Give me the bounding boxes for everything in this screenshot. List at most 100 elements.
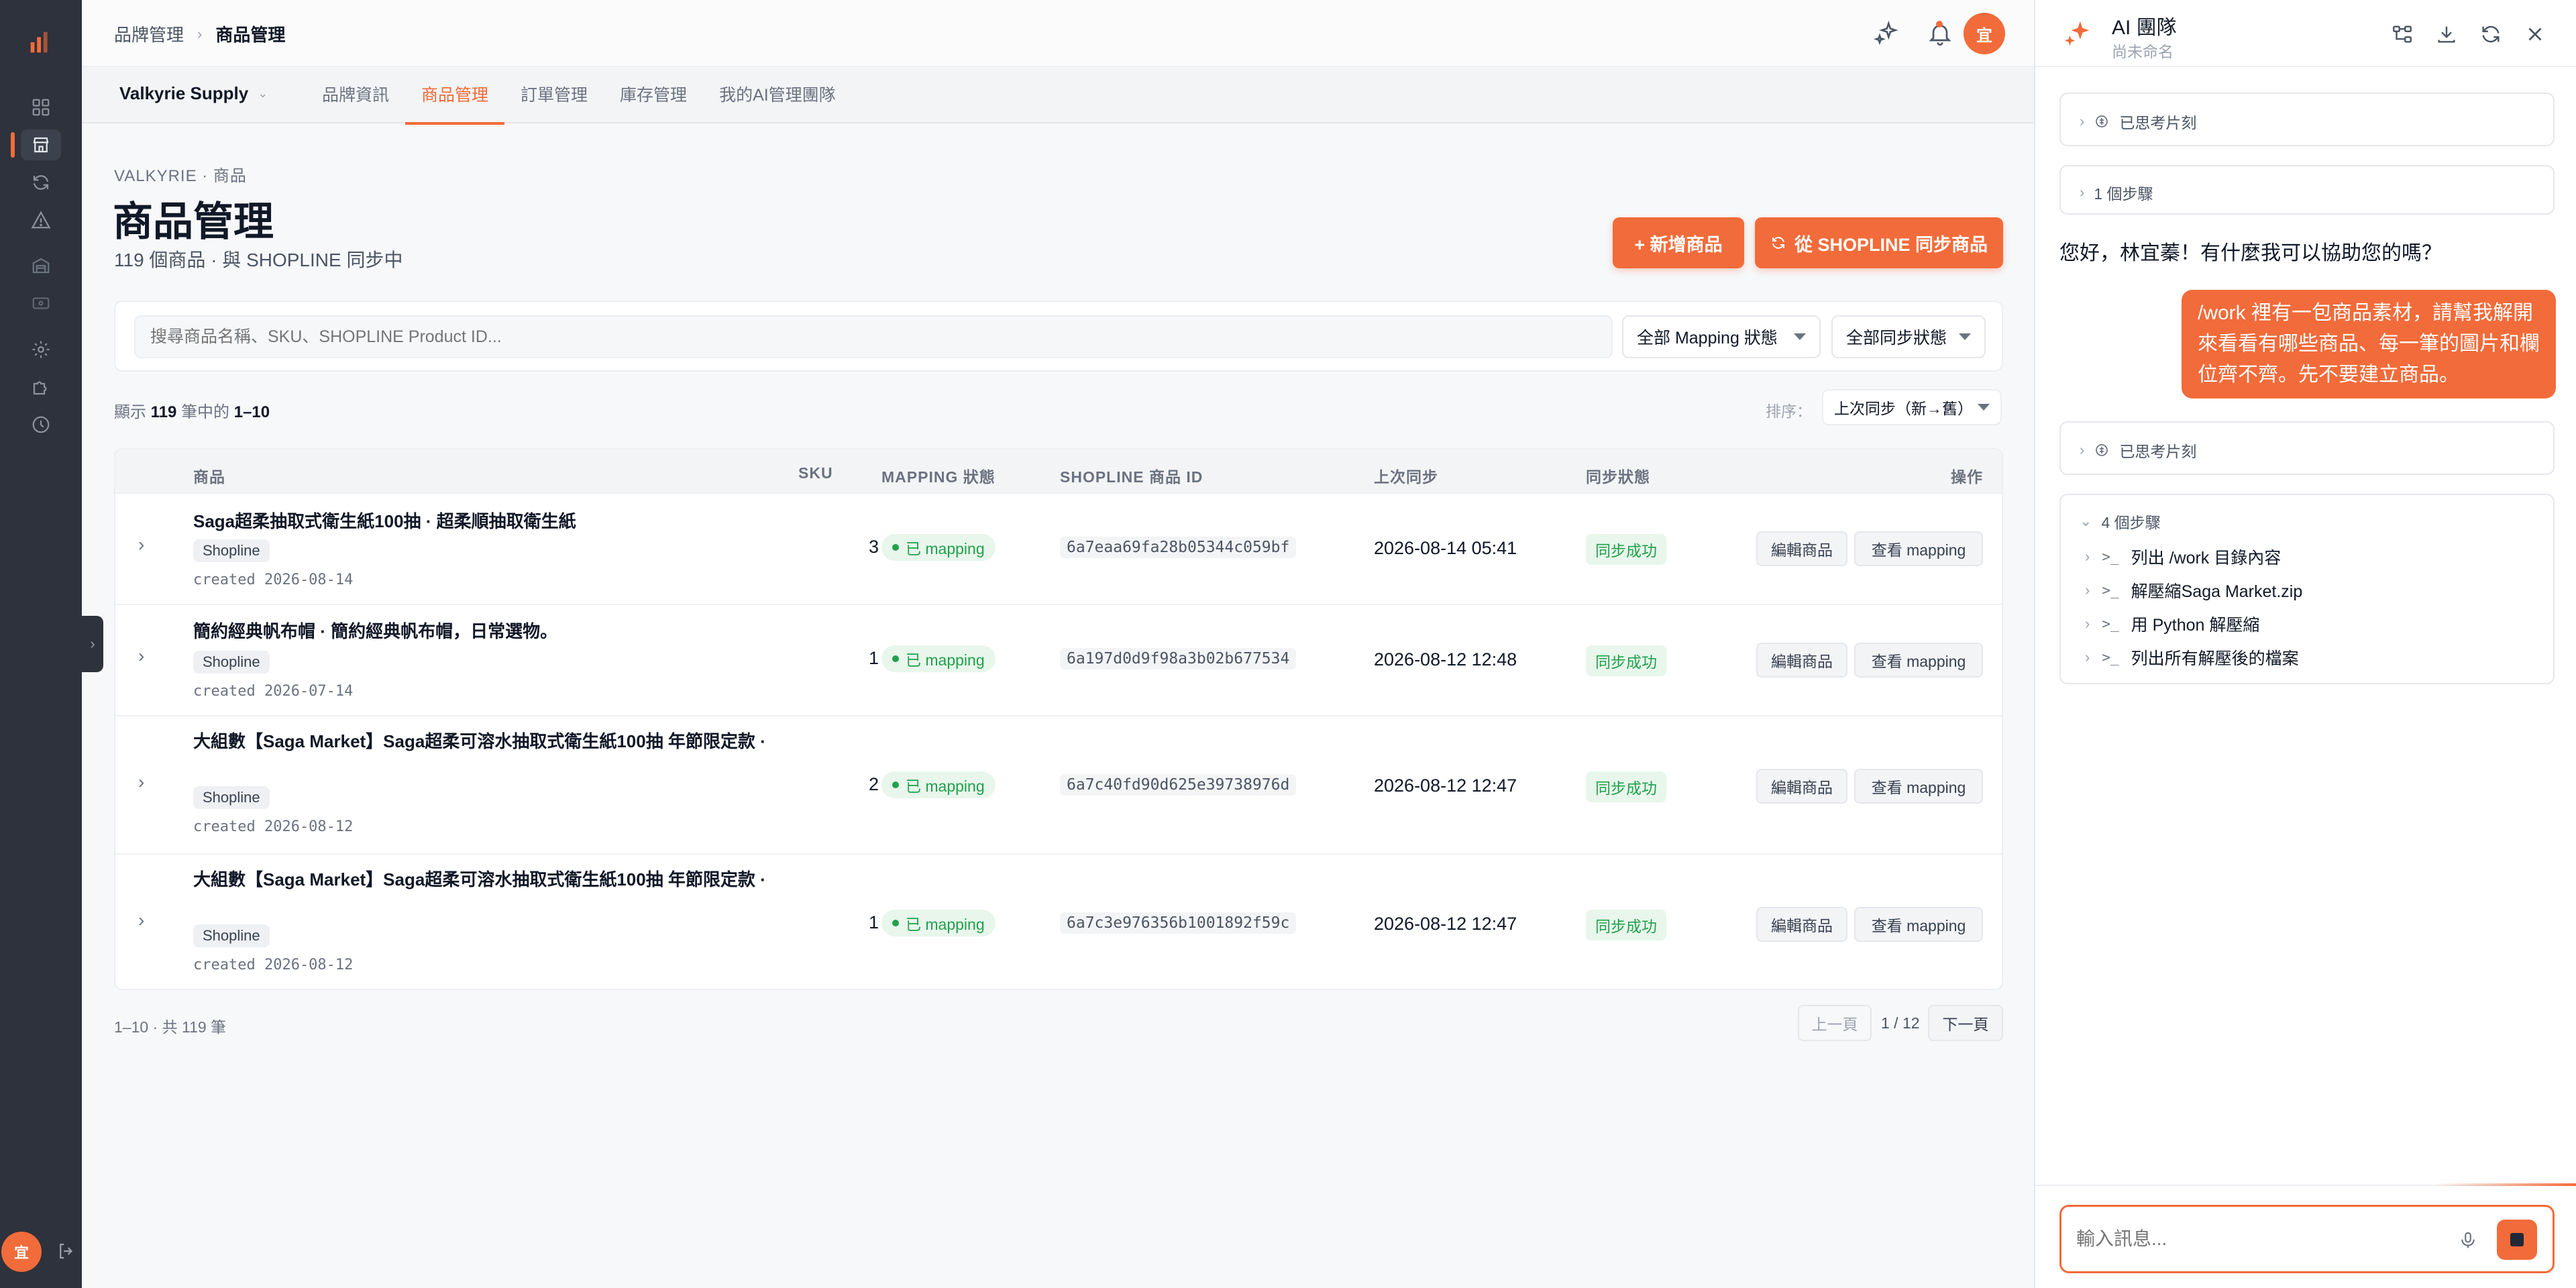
dashboard-icon[interactable] (21, 92, 61, 123)
caret-down-icon (1794, 333, 1806, 340)
terminal-icon: >_ (2102, 582, 2119, 598)
close-icon[interactable] (2524, 23, 2546, 46)
product-name[interactable]: 簡約經典帆布帽 · 簡約經典帆布帽，日常選物。 (193, 619, 851, 644)
product-name[interactable]: 大組數【Saga Market】Saga超柔可溶水抽取式衛生紙100抽 年節限定… (193, 729, 851, 754)
breadcrumb-separator-icon: › (197, 25, 203, 42)
brand-selector[interactable]: Valkyrie Supply ⌄ (119, 83, 268, 104)
thought-collapse[interactable]: › 已思考片刻 (2059, 421, 2555, 475)
stop-generation-button[interactable] (2497, 1220, 2537, 1260)
edit-product-button[interactable]: 編輯商品 (1756, 531, 1847, 566)
mapping-status-label: 已 mapping (906, 916, 985, 933)
step-item[interactable]: › >_ 列出 /work 目錄內容 (2085, 545, 2281, 569)
view-mapping-button[interactable]: 查看 mapping (1854, 643, 1983, 678)
table-row[interactable]: › 大組數【Saga Market】Saga超柔可溶水抽取式衛生紙100抽 年節… (115, 855, 2002, 989)
chevron-down-icon: ⌄ (258, 87, 268, 100)
table-row[interactable]: › Saga超柔抽取式衛生紙100抽 · 超柔順抽取衛生紙 Shopline c… (115, 494, 2002, 605)
tab-bar: 品牌資訊 商品管理 訂單管理 庫存管理 我的AI管理團隊 (306, 67, 852, 125)
download-icon[interactable] (2435, 23, 2458, 46)
store-icon[interactable] (11, 129, 61, 160)
search-input[interactable] (134, 315, 1613, 358)
edit-product-button[interactable]: 編輯商品 (1756, 769, 1847, 804)
sync-shopline-button[interactable]: 從 SHOPLINE 同步商品 (1755, 217, 2003, 268)
step-item[interactable]: › >_ 解壓縮Saga Market.zip (2085, 578, 2302, 602)
header-avatar[interactable]: 宜 (1964, 13, 2005, 54)
chevron-right-icon: › (2085, 548, 2090, 565)
last-sync-time: 2026-08-12 12:47 (1374, 914, 1517, 934)
filter-bar: 全部 Mapping 狀態 全部同步狀態 (114, 301, 2003, 372)
last-sync-time: 2026-08-12 12:47 (1374, 775, 1517, 796)
analytics-logo-icon[interactable] (25, 27, 56, 58)
warning-icon[interactable] (21, 205, 61, 235)
breadcrumb-brand-management[interactable]: 品牌管理 (114, 21, 184, 46)
mapping-status-select[interactable]: 全部 Mapping 狀態 (1622, 315, 1821, 358)
steps-expanded[interactable]: ⌄ 4 個步驟 › >_ 列出 /work 目錄內容 › >_ 解壓縮Saga … (2059, 494, 2555, 684)
mapping-status-badge: 已 mapping (881, 645, 996, 672)
product-name[interactable]: 大組數【Saga Market】Saga超柔可溶水抽取式衛生紙100抽 年節限定… (193, 867, 851, 892)
sync-icon[interactable] (21, 167, 61, 198)
last-sync-time: 2026-08-14 05:41 (1374, 538, 1517, 558)
ai-team-panel: AI 團隊 尚未命名 › 已思考片刻 › 1 個步驟 您好，林宜蓁！有什麼我可以… (2034, 0, 2576, 1288)
expand-row-icon[interactable]: › (138, 645, 144, 667)
chevron-right-icon: › (2085, 649, 2090, 665)
status-dot (892, 782, 899, 788)
sparkle-ai-icon[interactable] (1873, 20, 1900, 47)
step-label: 列出 /work 目錄內容 (2131, 549, 2282, 568)
sync-shopline-label: 從 SHOPLINE 同步商品 (1794, 234, 1988, 255)
refresh-icon[interactable] (2479, 23, 2502, 46)
view-mapping-button[interactable]: 查看 mapping (1854, 907, 1983, 942)
card-icon[interactable] (21, 288, 61, 319)
view-mapping-button[interactable]: 查看 mapping (1854, 769, 1983, 804)
product-name[interactable]: Saga超柔抽取式衛生紙100抽 · 超柔順抽取衛生紙 (193, 508, 851, 534)
table-row[interactable]: › 簡約經典帆布帽 · 簡約經典帆布帽，日常選物。 Shopline creat… (115, 605, 2002, 716)
sub-navigation: Valkyrie Supply ⌄ 品牌資訊 商品管理 訂單管理 庫存管理 我的… (82, 67, 2034, 125)
user-avatar[interactable]: 宜 (1, 1232, 42, 1272)
tab-inventory-management[interactable]: 庫存管理 (604, 67, 703, 123)
edit-product-button[interactable]: 編輯商品 (1756, 643, 1847, 678)
shopline-product-id: 6a197d0d9f98a3b02b677534 (1060, 648, 1297, 669)
sync-status-select[interactable]: 全部同步狀態 (1831, 315, 1986, 358)
tab-ai-team[interactable]: 我的AI管理團隊 (703, 67, 852, 123)
chevron-right-icon: › (2080, 184, 2085, 201)
view-mapping-button[interactable]: 查看 mapping (1854, 531, 1983, 566)
next-page-button[interactable]: 下一頁 (1928, 1005, 2003, 1041)
mapping-status-badge: 已 mapping (881, 534, 996, 561)
sidebar-expand-toggle[interactable]: › (82, 616, 103, 672)
col-product: 商品 (193, 468, 225, 486)
puzzle-icon[interactable] (21, 372, 61, 402)
tab-order-management[interactable]: 訂單管理 (504, 67, 604, 123)
steps-collapse[interactable]: › 1 個步驟 (2059, 165, 2555, 215)
step-label: 解壓縮Saga Market.zip (2131, 582, 2303, 601)
step-item[interactable]: › >_ 用 Python 解壓縮 (2085, 612, 2259, 636)
tree-structure-icon[interactable] (2391, 23, 2414, 46)
settings-icon[interactable] (21, 334, 61, 365)
status-dot (892, 544, 899, 551)
chevron-right-icon: › (2085, 582, 2090, 598)
expand-row-icon[interactable]: › (138, 910, 144, 931)
thought-collapse[interactable]: › 已思考片刻 (2059, 93, 2555, 146)
microphone-icon[interactable] (2458, 1229, 2478, 1252)
warehouse-icon[interactable] (21, 250, 61, 281)
tab-brand-info[interactable]: 品牌資訊 (306, 67, 405, 123)
edit-product-button[interactable]: 編輯商品 (1756, 907, 1847, 942)
sort-select[interactable]: 上次同步（新→舊） (1822, 389, 2002, 425)
count-total: 119 (150, 403, 177, 421)
expand-row-icon[interactable]: › (138, 771, 144, 793)
sync-status-badge: 同步成功 (1586, 534, 1666, 565)
logout-icon[interactable] (56, 1241, 76, 1261)
tab-product-management[interactable]: 商品管理 (405, 67, 505, 125)
pagination-info: 1–10 · 共 119 筆 (114, 1018, 227, 1036)
sku-count: 1 (868, 648, 879, 668)
step-item[interactable]: › >_ 列出所有解壓後的檔案 (2085, 645, 2299, 669)
ai-panel-header: AI 團隊 尚未命名 (2035, 0, 2576, 67)
prev-page-button[interactable]: 上一頁 (1798, 1005, 1872, 1041)
add-product-button[interactable]: + 新增商品 (1613, 217, 1744, 268)
table-row[interactable]: › 大組數【Saga Market】Saga超柔可溶水抽取式衛生紙100抽 年節… (115, 716, 2002, 855)
mapping-status-value: 全部 Mapping 狀態 (1637, 329, 1778, 347)
terminal-icon: >_ (2102, 616, 2119, 632)
page-indicator: 1 / 12 (1881, 1014, 1920, 1032)
expand-row-icon[interactable]: › (138, 534, 144, 555)
sync-status-badge: 同步成功 (1586, 771, 1666, 802)
result-count: 顯示 119 筆中的 1–10 (114, 398, 270, 422)
history-icon[interactable] (21, 409, 61, 440)
chat-input[interactable] (2059, 1205, 2555, 1273)
